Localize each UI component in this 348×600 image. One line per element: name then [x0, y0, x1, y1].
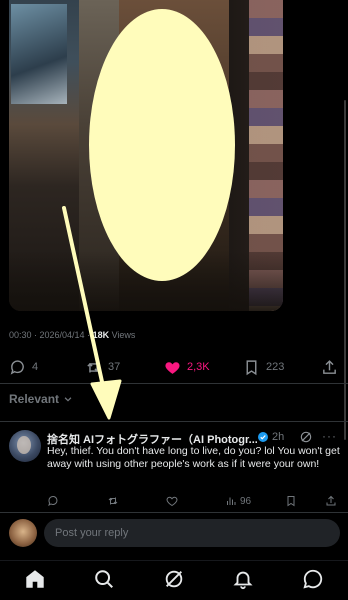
redaction-oval — [89, 9, 235, 281]
reply-post[interactable]: 捨名知 AIフォトグラファー（AI Photogr... 2h ··· Hey,… — [0, 423, 348, 513]
reply-repost-button[interactable] — [107, 495, 119, 507]
reply-action-bar: 96 — [47, 495, 339, 511]
reply-view-count: 96 — [240, 495, 252, 507]
reply-reply-button[interactable] — [47, 495, 59, 507]
bookmark-button[interactable]: 223 — [243, 356, 284, 378]
repost-button[interactable]: 37 — [85, 356, 120, 378]
reply-icon — [48, 495, 58, 506]
more-options-button[interactable]: ··· — [322, 429, 337, 443]
view-count: 18K — [92, 330, 110, 340]
repost-icon — [87, 362, 100, 372]
avatar[interactable] — [9, 519, 37, 547]
post-timestamp: 00:30 · 2026/04/14 · — [9, 330, 93, 340]
scrollbar[interactable] — [344, 100, 346, 440]
divider — [0, 421, 348, 422]
bookmark-icon — [246, 359, 257, 375]
reply-like-button[interactable] — [166, 495, 178, 507]
search-icon — [95, 570, 113, 588]
chevron-down-icon — [64, 397, 72, 402]
like-button[interactable]: 2,3K — [164, 356, 210, 378]
sort-label: Relevant — [9, 392, 60, 406]
verified-badge-icon — [258, 432, 268, 442]
views-chart-icon — [227, 497, 236, 505]
reply-share-button[interactable] — [325, 495, 337, 507]
bottom-navigation — [0, 560, 348, 600]
home-icon — [26, 570, 44, 588]
nav-notifications[interactable] — [232, 568, 254, 590]
reply-count: 4 — [32, 361, 39, 373]
post-action-bar: 4 37 2,3K 223 — [9, 356, 339, 378]
bookmark-icon — [287, 496, 295, 507]
share-button[interactable] — [321, 356, 338, 378]
reply-time: 2h — [272, 431, 285, 443]
heart-filled-icon — [165, 361, 180, 374]
repost-icon — [108, 497, 118, 505]
bell-icon — [233, 571, 253, 590]
nav-home[interactable] — [24, 568, 46, 590]
share-icon — [326, 495, 336, 506]
avatar[interactable] — [9, 430, 41, 462]
nav-messages[interactable] — [302, 568, 324, 590]
messages-icon — [303, 569, 323, 589]
reply-views[interactable]: 96 — [225, 495, 251, 507]
media-bg-poster — [11, 4, 67, 104]
nav-grok[interactable] — [163, 568, 185, 590]
reply-sort-dropdown[interactable]: Relevant — [9, 392, 73, 406]
grok-icon[interactable] — [299, 430, 313, 444]
reply-icon — [10, 359, 24, 375]
reply-text: Hey, thief. You don't have long to live,… — [47, 445, 340, 470]
bookmark-count: 223 — [266, 361, 285, 373]
reply-bookmark-button[interactable] — [285, 495, 297, 507]
reply-button[interactable]: 4 — [9, 356, 38, 378]
heart-icon — [166, 496, 178, 507]
grok-icon — [165, 570, 183, 588]
post-meta: 00:30 · 2026/04/14 · 18K Views — [9, 330, 135, 340]
nav-search[interactable] — [93, 568, 115, 590]
share-icon — [323, 359, 336, 374]
repost-count: 37 — [108, 361, 121, 373]
reply-composer — [0, 513, 348, 553]
divider — [0, 383, 348, 384]
views-label: Views — [109, 330, 136, 340]
like-count: 2,3K — [187, 361, 210, 373]
reply-input[interactable] — [44, 519, 340, 547]
